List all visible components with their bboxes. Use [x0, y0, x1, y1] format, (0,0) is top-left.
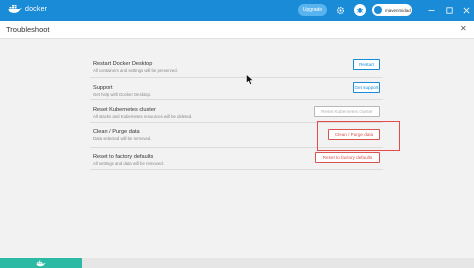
divider — [90, 99, 383, 100]
page-title: Troubleshoot — [6, 25, 50, 34]
row-label: Clean / Purge data — [93, 129, 140, 135]
maximize-icon — [445, 7, 453, 14]
gear-icon — [336, 6, 344, 14]
minimize-button[interactable] — [424, 0, 438, 21]
docker-logo: docker — [8, 4, 47, 14]
close-icon[interactable]: ✕ — [460, 24, 467, 33]
mouse-cursor-icon — [246, 74, 254, 85]
close-icon — [463, 7, 469, 14]
restart-button[interactable]: Restart — [353, 59, 380, 70]
row-label: Support — [93, 85, 113, 91]
minimize-icon — [428, 10, 434, 11]
docker-status-indicator[interactable] — [0, 258, 82, 268]
status-footer — [0, 258, 474, 268]
maximize-button[interactable] — [442, 0, 456, 21]
upgrade-button[interactable]: Upgrade — [298, 4, 327, 16]
page-header: Troubleshoot ✕ — [0, 21, 474, 39]
avatar — [374, 6, 382, 14]
get-support-button[interactable]: Get support — [353, 82, 380, 93]
row-description: All stacks and Kubernetes resources will… — [93, 114, 193, 119]
row-description: Get help with Docker Desktop. — [93, 92, 152, 97]
account-button[interactable]: mavenmidad — [372, 4, 412, 16]
highlight-box — [317, 121, 400, 151]
divider — [90, 77, 383, 78]
close-window-button[interactable] — [459, 0, 473, 21]
docker-whale-icon — [8, 5, 22, 13]
troubleshoot-row-factory-reset: Reset to factory defaults All settings a… — [93, 151, 383, 175]
username: mavenmidad — [385, 7, 411, 13]
row-description: All settings and data will be removed. — [93, 161, 164, 166]
troubleshoot-row-support: Support Get help with Docker Desktop. Ge… — [93, 82, 383, 106]
reset-kubernetes-button[interactable]: Reset Kubernetes cluster — [314, 106, 380, 117]
docker-whale-icon — [36, 260, 46, 266]
row-label: Reset Kubernetes cluster — [93, 107, 156, 113]
app-titlebar: docker Upgrade mavenmidad — [0, 0, 474, 21]
divider — [90, 169, 383, 170]
logo-text: docker — [25, 5, 48, 13]
settings-button[interactable] — [334, 4, 346, 16]
row-label: Reset to factory defaults — [93, 154, 154, 160]
reset-factory-defaults-button[interactable]: Reset to factory defaults — [315, 152, 380, 163]
row-description: All containers and settings will be pres… — [93, 68, 178, 73]
row-label: Restart Docker Desktop — [93, 61, 153, 67]
bug-icon — [356, 8, 364, 13]
troubleshoot-button[interactable] — [354, 4, 366, 16]
row-description: Data selected will be removed. — [93, 136, 152, 141]
troubleshoot-row-restart: Restart Docker Desktop All containers an… — [93, 58, 383, 82]
